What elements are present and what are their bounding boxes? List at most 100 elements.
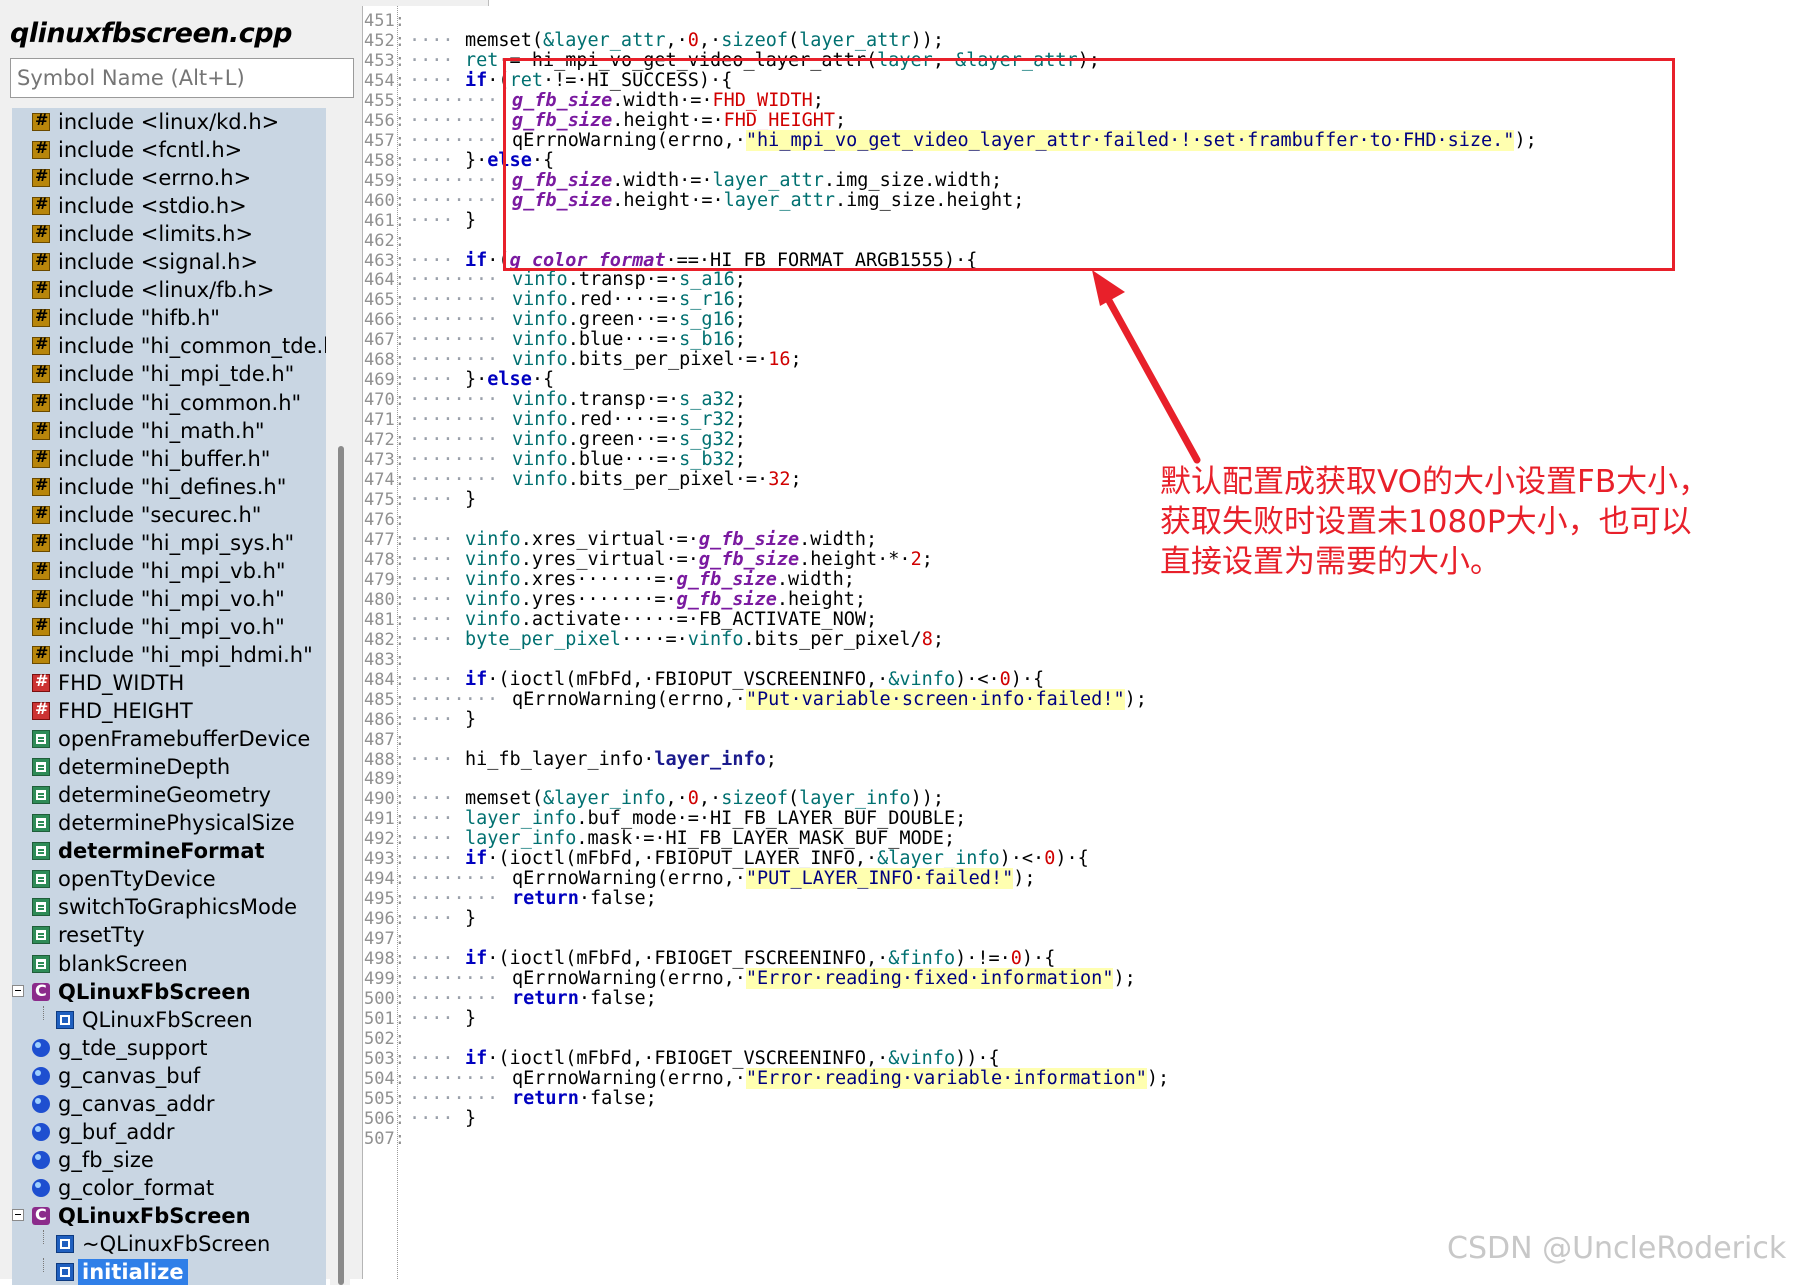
symbol-item[interactable]: QLinuxFbScreen xyxy=(12,978,326,1006)
code-line[interactable]: 485: ········ qErrnoWarning(errno,·"Put·va… xyxy=(363,688,1796,711)
symbol-item[interactable]: include "hi_common.h" xyxy=(12,389,326,417)
tree-expander-icon[interactable] xyxy=(12,1208,24,1221)
code-line[interactable]: 502: xyxy=(363,1028,1796,1050)
code-line[interactable]: 451: xyxy=(363,10,1796,32)
code-line[interactable]: 493: ···· if·(ioctl(mFbFd,·FBIOPUT_LAYER_I… xyxy=(363,848,1796,870)
code-line[interactable]: 468: ········ vinfo.bits_per_pixel·=·16; xyxy=(363,349,1796,371)
symbol-item[interactable]: blankScreen xyxy=(12,950,326,978)
symbol-search-input[interactable] xyxy=(10,58,354,98)
function-icon xyxy=(32,730,50,749)
symbol-item[interactable]: include "hi_mpi_tde.h" xyxy=(12,360,326,388)
code-text: vinfo.bits_per_pixel·=·32; xyxy=(512,469,802,491)
indent-guide: ···· xyxy=(409,608,454,630)
code-line[interactable]: 469: ····}·else·{ xyxy=(363,369,1796,391)
symbol-item[interactable]: determineGeometry xyxy=(12,781,326,809)
code-line[interactable]: 472: ········ vinfo.green··=·s_g32; xyxy=(363,429,1796,451)
code-line[interactable]: 492: ···· layer_info.mask·=·HI_FB_LAYER_MA… xyxy=(363,828,1796,850)
code-line[interactable]: 505: ········ return·false; xyxy=(363,1088,1796,1110)
code-line[interactable]: 496: ····} xyxy=(363,908,1796,930)
symbol-item[interactable]: QLinuxFbScreen xyxy=(12,1202,326,1230)
code-line[interactable]: 498: ···· if·(ioctl(mFbFd,·FBIOGET_FSCREEN… xyxy=(363,948,1796,970)
symbol-item[interactable]: include "securec.h" xyxy=(12,501,326,529)
symbol-item[interactable]: openFramebufferDevice xyxy=(12,725,326,753)
include-icon xyxy=(32,587,50,608)
line-number: 477: xyxy=(364,529,405,550)
symbol-item[interactable]: include "hi_mpi_sys.h" xyxy=(12,529,326,557)
code-text: } xyxy=(465,708,477,730)
code-line[interactable]: 487: xyxy=(363,729,1796,751)
symbol-item[interactable]: include "hifb.h" xyxy=(12,304,326,332)
annotation-line: 直接设置为需要的大小。 xyxy=(1160,544,1501,580)
symbol-item[interactable]: g_canvas_buf xyxy=(12,1062,326,1090)
code-text: vinfo.xres_virtual·=·g_fb_size.width; xyxy=(465,528,878,550)
indent-guide: ········ xyxy=(409,89,499,111)
code-line[interactable]: 497: xyxy=(363,928,1796,950)
indent-guide: ········ xyxy=(409,868,499,890)
code-line[interactable]: 452: ···· memset(&layer_attr,·0,·sizeof(la… xyxy=(363,30,1796,52)
symbol-label: g_fb_size xyxy=(58,1147,154,1172)
code-line[interactable]: 501: ····} xyxy=(363,1008,1796,1030)
symbol-item[interactable]: include "hi_mpi_vo.h" xyxy=(12,613,326,641)
scrollbar-thumb[interactable] xyxy=(338,446,344,1285)
code-line[interactable]: 500: ········ return·false; xyxy=(363,988,1796,1010)
symbol-item[interactable]: include "hi_mpi_hdmi.h" xyxy=(12,641,326,669)
symbol-item[interactable]: include <linux/fb.h> xyxy=(12,276,326,304)
symbol-item[interactable]: include <linux/kd.h> xyxy=(12,108,326,136)
code-line[interactable]: 464: ········ vinfo.transp·=·s_a16; xyxy=(363,269,1796,291)
symbol-item[interactable]: FHD_WIDTH xyxy=(12,669,326,697)
code-line[interactable]: 494: ········ qErrnoWarning(errno,·"PUT_LA… xyxy=(363,868,1796,890)
code-line[interactable]: 507: xyxy=(363,1128,1796,1150)
code-line[interactable]: 499: ········ qErrnoWarning(errno,·"Error·… xyxy=(363,968,1796,990)
symbol-item[interactable]: determineFormat xyxy=(12,837,326,865)
function-icon xyxy=(32,870,50,889)
symbol-item[interactable]: g_tde_support xyxy=(12,1034,326,1062)
code-line[interactable]: 486: ····} xyxy=(363,709,1796,731)
code-line[interactable]: 481: ···· vinfo.activate·····=·FB_ACTIVATE… xyxy=(363,609,1796,631)
symbol-item[interactable]: switchToGraphicsMode xyxy=(12,893,326,921)
symbol-item[interactable]: include <fcntl.h> xyxy=(12,136,326,164)
symbol-item[interactable]: include <limits.h> xyxy=(12,220,326,248)
symbol-item[interactable]: g_buf_addr xyxy=(12,1118,326,1146)
symbol-item[interactable]: QLinuxFbScreen xyxy=(12,1005,326,1034)
code-line[interactable]: 490: ···· memset(&layer_info,·0,·sizeof(la… xyxy=(363,788,1796,810)
code-text: hi_fb_layer_info·layer_info; xyxy=(465,748,777,770)
code-line[interactable]: 506: ····} xyxy=(363,1108,1796,1130)
symbol-item[interactable]: include <signal.h> xyxy=(12,248,326,276)
symbol-list-scrollbar[interactable] xyxy=(330,108,350,1285)
code-line[interactable]: 504: ········ qErrnoWarning(errno,·"Error·… xyxy=(363,1067,1796,1090)
symbol-item[interactable]: openTtyDevice xyxy=(12,865,326,893)
symbol-item[interactable]: determineDepth xyxy=(12,753,326,781)
symbol-item[interactable]: determinePhysicalSize xyxy=(12,809,326,837)
symbol-item[interactable]: resetTty xyxy=(12,921,326,949)
symbol-item[interactable]: include <stdio.h> xyxy=(12,192,326,220)
symbol-item[interactable]: include <errno.h> xyxy=(12,164,326,192)
code-line[interactable]: 480: ···· vinfo.yres·······=·g_fb_size.hei… xyxy=(363,589,1796,611)
symbol-item[interactable]: g_canvas_addr xyxy=(12,1090,326,1118)
code-line[interactable]: 484: ···· if·(ioctl(mFbFd,·FBIOPUT_VSCREEN… xyxy=(363,669,1796,691)
code-text: vinfo.transp·=·s_a32; xyxy=(512,389,746,411)
symbol-item[interactable]: include "hi_math.h" xyxy=(12,417,326,445)
code-line[interactable]: 503: ···· if·(ioctl(mFbFd,·FBIOGET_VSCREEN… xyxy=(363,1048,1796,1070)
code-line[interactable]: 491: ···· layer_info.buf_mode·=·HI_FB_LAYE… xyxy=(363,808,1796,830)
tree-expander-icon[interactable] xyxy=(12,984,24,997)
symbol-item[interactable]: ~QLinuxFbScreen xyxy=(12,1230,326,1258)
code-line[interactable]: 465: ········ vinfo.red····=·s_r16; xyxy=(363,289,1796,311)
symbol-item[interactable]: include "hi_mpi_vo.h" xyxy=(12,585,326,613)
code-line[interactable]: 467: ········ vinfo.blue···=·s_b16; xyxy=(363,329,1796,351)
symbol-item[interactable]: FHD_HEIGHT xyxy=(12,697,326,725)
code-line[interactable]: 488: ···· hi_fb_layer_info·layer_info; xyxy=(363,749,1796,771)
code-line[interactable]: 495: ········ return·false; xyxy=(363,888,1796,910)
code-line[interactable]: 482: ···· byte_per_pixel····=·vinfo.bits_p… xyxy=(363,629,1796,651)
code-line[interactable]: 471: ········ vinfo.red····=·s_r32; xyxy=(363,409,1796,431)
symbol-item[interactable]: initialize xyxy=(12,1258,326,1285)
code-line[interactable]: 483: xyxy=(363,649,1796,671)
symbol-item[interactable]: g_fb_size xyxy=(12,1146,326,1174)
code-line[interactable]: 470: ········ vinfo.transp·=·s_a32; xyxy=(363,389,1796,411)
symbol-item[interactable]: include "hi_common_tde.h xyxy=(12,332,326,360)
symbol-item[interactable]: include "hi_mpi_vb.h" xyxy=(12,557,326,585)
symbol-item[interactable]: g_color_format xyxy=(12,1174,326,1202)
code-line[interactable]: 466: ········ vinfo.green··=·s_g16; xyxy=(363,309,1796,331)
symbol-item[interactable]: include "hi_buffer.h" xyxy=(12,445,326,473)
code-line[interactable]: 489: xyxy=(363,768,1796,790)
symbol-item[interactable]: include "hi_defines.h" xyxy=(12,473,326,501)
